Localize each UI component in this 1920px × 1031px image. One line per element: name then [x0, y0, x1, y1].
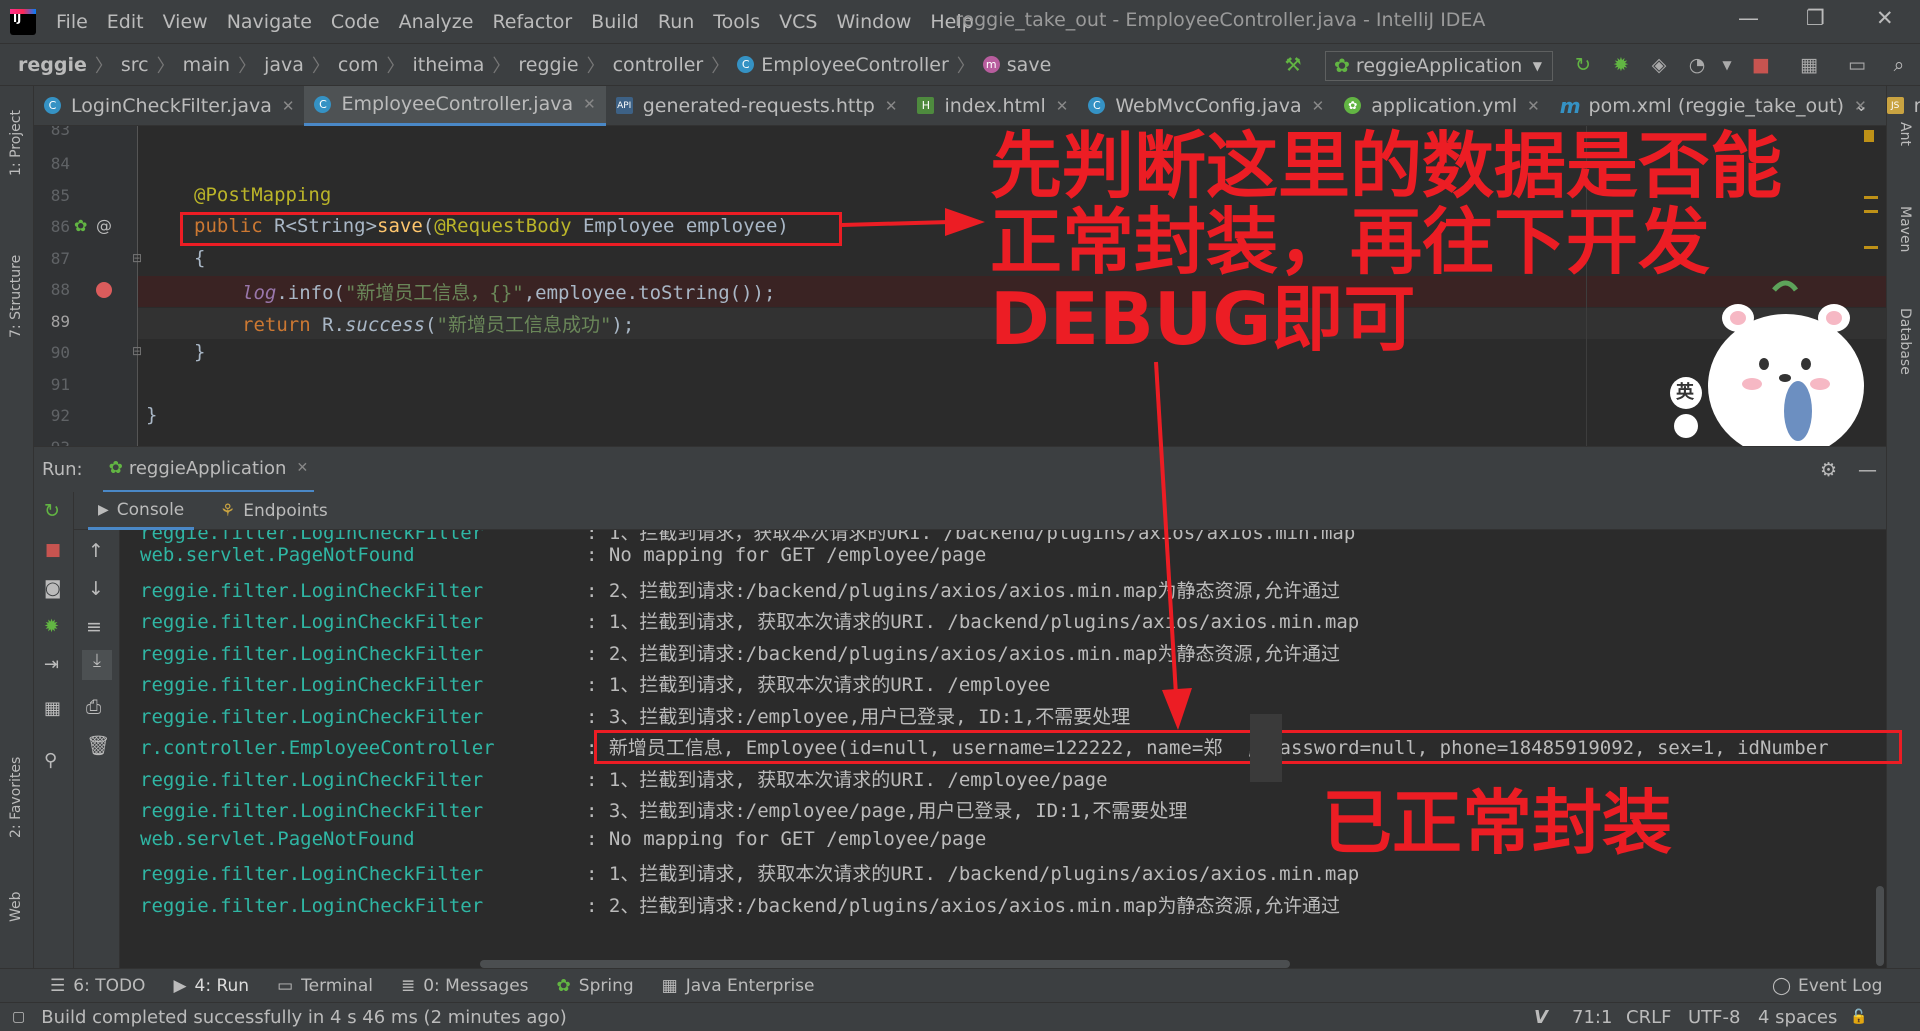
annotation-result-text: 已正常封装 [1322, 782, 1672, 864]
arrow-line-right [841, 220, 951, 227]
arrow-head-down [1162, 688, 1192, 730]
bear-sticker: 英 [1664, 276, 1886, 446]
bear-sticker-illustration [1670, 280, 1864, 446]
annotation-line-2: 正常封装，再往下开发 [990, 200, 1711, 285]
arrow-line-down [1154, 361, 1178, 696]
arrow-head-right [945, 208, 985, 236]
annotation-line-1: 先判断这里的数据是否能 [990, 124, 1783, 208]
sticker-label: 英 [1676, 382, 1694, 403]
